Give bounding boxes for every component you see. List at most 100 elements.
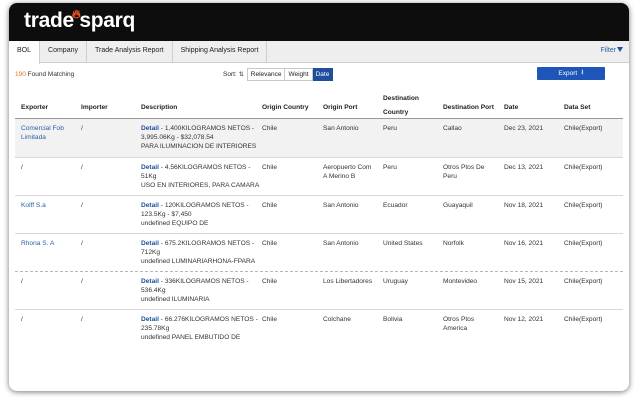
detail-link[interactable]: Detail xyxy=(141,316,159,323)
date-cell: Dec 23, 2021 xyxy=(504,125,544,132)
tab-trade-analysis-report[interactable]: Trade Analysis Report xyxy=(87,41,173,63)
sort-option-date[interactable]: Date xyxy=(312,68,334,81)
importer-cell: / xyxy=(81,125,83,132)
tab-company[interactable]: Company xyxy=(40,41,87,63)
origin-country-cell: Chile xyxy=(262,202,278,209)
exporter-link[interactable]: Comercial Fob Limitada xyxy=(21,124,64,142)
description-line1: - 66.276KILOGRAMOS NETOS - xyxy=(158,316,258,323)
tradesparq-logo[interactable]: trade🔥︎sparq xyxy=(24,7,135,33)
origin-port-line1: San Antonio xyxy=(323,125,359,132)
description-line2: 536.4Kg xyxy=(141,287,166,294)
detail-link[interactable]: Detail xyxy=(141,240,159,247)
sort-control: Sort: ⇅ Relevance Weight Date xyxy=(223,68,334,81)
header-description[interactable]: Description xyxy=(141,104,177,112)
date-cell: Nov 18, 2021 xyxy=(504,202,544,209)
exporter-link[interactable]: Kolff S.a xyxy=(21,201,46,210)
header-origin-country[interactable]: Origin Country xyxy=(262,104,309,112)
description-line3: undefined EQUIPO DE xyxy=(141,220,209,227)
importer-cell: / xyxy=(81,316,83,323)
description-line2: 712Kg xyxy=(141,249,161,256)
exporter-line1: / xyxy=(21,316,23,323)
exporter-line1: Comercial Fob xyxy=(21,125,64,132)
table-row: / / Detail - 66.276KILOGRAMOS NETOS - 235… xyxy=(15,310,623,348)
sort-option-relevance[interactable]: Relevance xyxy=(246,68,286,81)
sort-arrows-icon: ⇅ xyxy=(238,72,244,78)
description-line2: 51Kg xyxy=(141,173,157,180)
importer-cell: / xyxy=(81,202,83,209)
origin-port-line1: Aeropuerto Com xyxy=(323,164,372,171)
download-icon: ⭳ xyxy=(581,69,584,76)
app-window: trade🔥︎sparq BOL Company Trade Analysis … xyxy=(9,3,629,391)
date-cell: Dec 13, 2021 xyxy=(504,164,544,171)
destination-country-cell: United States xyxy=(383,240,423,247)
origin-port-cell: Los Libertadores xyxy=(323,277,372,286)
dataset-cell: Chile(Export) xyxy=(564,278,603,285)
description-line3: undefined ILUMINARIA xyxy=(141,296,210,303)
origin-port-line2: A Merino B xyxy=(323,173,356,180)
destination-port-line2: Peru xyxy=(443,173,457,180)
origin-port-cell: Colchane xyxy=(323,315,351,324)
destination-port-cell: Otros Ptos America xyxy=(443,315,474,333)
dataset-cell: Chile(Export) xyxy=(564,125,603,132)
exporter-link[interactable]: Rhona S. A xyxy=(21,239,54,248)
destination-port-cell: Callao xyxy=(443,124,462,133)
header-data-set[interactable]: Data Set xyxy=(564,104,590,112)
table-row: Rhona S. A / Detail - 675.2KILOGRAMOS NE… xyxy=(15,234,623,272)
exporter-line1: / xyxy=(21,164,23,171)
detail-link[interactable]: Detail xyxy=(141,164,159,171)
importer-cell: / xyxy=(81,278,83,285)
destination-port-cell: Montevideo xyxy=(443,277,477,286)
destination-country-cell: Peru xyxy=(383,125,397,132)
table-row: Comercial Fob Limitada / Detail - 1,400KI… xyxy=(15,119,623,158)
results-toolbar: 190 Found Matching Sort: ⇅ Relevance Wei… xyxy=(9,63,629,89)
origin-country-cell: Chile xyxy=(262,125,278,132)
tab-bar: BOL Company Trade Analysis Report Shippi… xyxy=(9,41,629,64)
exporter-cell: / xyxy=(21,163,23,172)
header-destination-country[interactable]: Destination Country xyxy=(383,95,419,117)
export-button[interactable]: Export ⭳ xyxy=(537,67,605,80)
filter-label: Filter xyxy=(600,47,616,54)
tab-shipping-analysis-report[interactable]: Shipping Analysis Report xyxy=(173,41,268,63)
description-cell: Detail - 120KILOGRAMOS NETOS - 123.5Kg - … xyxy=(141,201,249,228)
detail-link[interactable]: Detail xyxy=(141,202,159,209)
origin-port-cell: San Antonio xyxy=(323,201,359,210)
description-line1: - 4.56KILOGRAMOS NETOS - xyxy=(158,164,251,171)
detail-link[interactable]: Detail xyxy=(141,125,159,132)
header-importer[interactable]: Importer xyxy=(81,104,108,112)
logo-word-trade: trade xyxy=(24,9,74,32)
origin-port-line1: San Antonio xyxy=(323,202,359,209)
origin-port-line1: Colchane xyxy=(323,316,351,323)
origin-country-cell: Chile xyxy=(262,316,278,323)
export-label: Export xyxy=(558,70,578,77)
top-bar: trade🔥︎sparq xyxy=(9,3,629,41)
results-count-number: 190 xyxy=(15,71,26,78)
results-count-label: Found Matching xyxy=(25,71,75,78)
sort-option-weight[interactable]: Weight xyxy=(285,68,313,81)
dataset-cell: Chile(Export) xyxy=(564,202,603,209)
header-destination-country-line2: Country xyxy=(383,109,409,116)
destination-port-cell: Guayaquil xyxy=(443,201,473,210)
table-row: / / Detail - 336KILOGRAMOS NETOS - 536.4K… xyxy=(15,272,623,310)
destination-port-line2: America xyxy=(443,325,468,332)
tab-bol[interactable]: BOL xyxy=(9,41,41,64)
filter-button[interactable]: Filter xyxy=(600,47,623,54)
destination-port-cell: Norfolk xyxy=(443,239,464,248)
header-exporter[interactable]: Exporter xyxy=(21,104,48,112)
description-line1: - 336KILOGRAMOS NETOS - xyxy=(158,278,249,285)
exporter-cell: / xyxy=(21,277,23,286)
description-cell: Detail - 675.2KILOGRAMOS NETOS - 712Kg und… xyxy=(141,239,255,266)
date-cell: Nov 12, 2021 xyxy=(504,316,544,323)
destination-country-cell: Peru xyxy=(383,164,397,171)
destination-port-line1: Guayaquil xyxy=(443,202,473,209)
dataset-cell: Chile(Export) xyxy=(564,240,603,247)
header-destination-port[interactable]: Destination Port xyxy=(443,104,494,112)
header-origin-port[interactable]: Origin Port xyxy=(323,104,357,112)
description-line1: - 675.2KILOGRAMOS NETOS - xyxy=(158,240,255,247)
origin-port-cell: Aeropuerto Com A Merino B xyxy=(323,163,371,181)
exporter-line1: Kolff S.a xyxy=(21,202,46,209)
exporter-cell: / xyxy=(21,315,23,324)
destination-port-line1: Otros Ptos De xyxy=(443,164,485,171)
header-date[interactable]: Date xyxy=(504,104,518,112)
detail-link[interactable]: Detail xyxy=(141,278,159,285)
destination-country-cell: Bolivia xyxy=(383,316,403,323)
